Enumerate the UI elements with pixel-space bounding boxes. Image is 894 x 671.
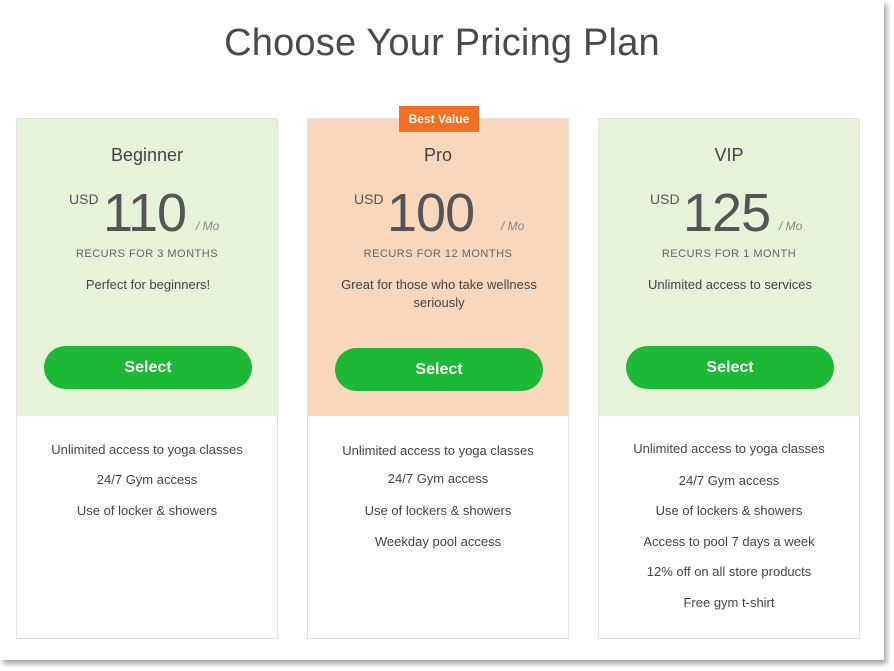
plan-description: Great for those who take wellness seriou… xyxy=(341,277,537,310)
feature-item: Weekday pool access xyxy=(374,534,502,549)
feature-item: 24/7 Gym access xyxy=(96,472,198,487)
plan-name: Pro xyxy=(423,145,452,165)
select-button-beginner[interactable]: Select xyxy=(44,346,252,389)
plan-header: VIP USD 125 / Mo RECURS FOR 1 MONTH Unli… xyxy=(599,119,859,416)
price-amount: 125 xyxy=(683,183,771,243)
price: USD 125 / Mo xyxy=(599,183,859,243)
plan-description: Perfect for beginners! xyxy=(85,277,211,292)
price-currency: USD xyxy=(650,191,680,207)
select-button-vip[interactable]: Select xyxy=(626,346,834,389)
best-value-badge: Best Value xyxy=(399,106,479,132)
plan-card-beginner: Beginner USD 110 / Mo RECURS FOR 3 MONTH… xyxy=(16,118,278,639)
page-title: Choose Your Pricing Plan xyxy=(224,22,660,64)
plan-header: Beginner USD 110 / Mo RECURS FOR 3 MONTH… xyxy=(17,119,277,416)
price-period: / Mo xyxy=(501,219,525,233)
recurrence-text: RECURS FOR 1 MONTH xyxy=(661,248,797,260)
price-currency: USD xyxy=(69,191,99,207)
price-period: / Mo xyxy=(196,219,220,233)
feature-item: Unlimited access to yoga classes xyxy=(342,443,534,458)
price-amount: 110 xyxy=(103,183,187,243)
plan-name: VIP xyxy=(714,145,744,165)
price-currency: USD xyxy=(354,191,384,207)
price: USD 100 / Mo xyxy=(308,183,568,243)
plan-name: Beginner xyxy=(110,145,184,165)
price-amount: 100 xyxy=(387,183,475,243)
price: USD 110 / Mo xyxy=(17,183,277,243)
feature-item: Use of locker & showers xyxy=(76,503,218,518)
plan-card-pro: Pro USD 100 / Mo RECURS FOR 12 MONTHS Gr… xyxy=(307,106,569,639)
feature-item: Use of lockers & showers xyxy=(655,503,803,518)
feature-item: Use of lockers & showers xyxy=(364,503,512,518)
recurrence-text: RECURS FOR 12 MONTHS xyxy=(363,248,513,260)
recurrence-text: RECURS FOR 3 MONTHS xyxy=(75,248,219,260)
feature-item: Free gym t-shirt xyxy=(683,595,775,610)
select-button-pro[interactable]: Select xyxy=(335,348,543,391)
pricing-page: Choose Your Pricing Plan Beginner USD 11… xyxy=(0,0,884,660)
price-period: / Mo xyxy=(779,219,803,233)
plan-header: Pro USD 100 / Mo RECURS FOR 12 MONTHS Gr… xyxy=(308,119,568,416)
plan-card-vip: VIP USD 125 / Mo RECURS FOR 1 MONTH Unli… xyxy=(598,118,860,639)
feature-item: Unlimited access to yoga classes xyxy=(633,441,825,456)
feature-item: 24/7 Gym access xyxy=(387,471,489,486)
plan-description: Unlimited access to services xyxy=(648,277,812,292)
feature-item: Access to pool 7 days a week xyxy=(643,534,815,549)
feature-item: 24/7 Gym access xyxy=(678,473,780,488)
feature-item: Unlimited access to yoga classes xyxy=(51,442,243,457)
feature-item: 12% off on all store products xyxy=(646,564,812,579)
